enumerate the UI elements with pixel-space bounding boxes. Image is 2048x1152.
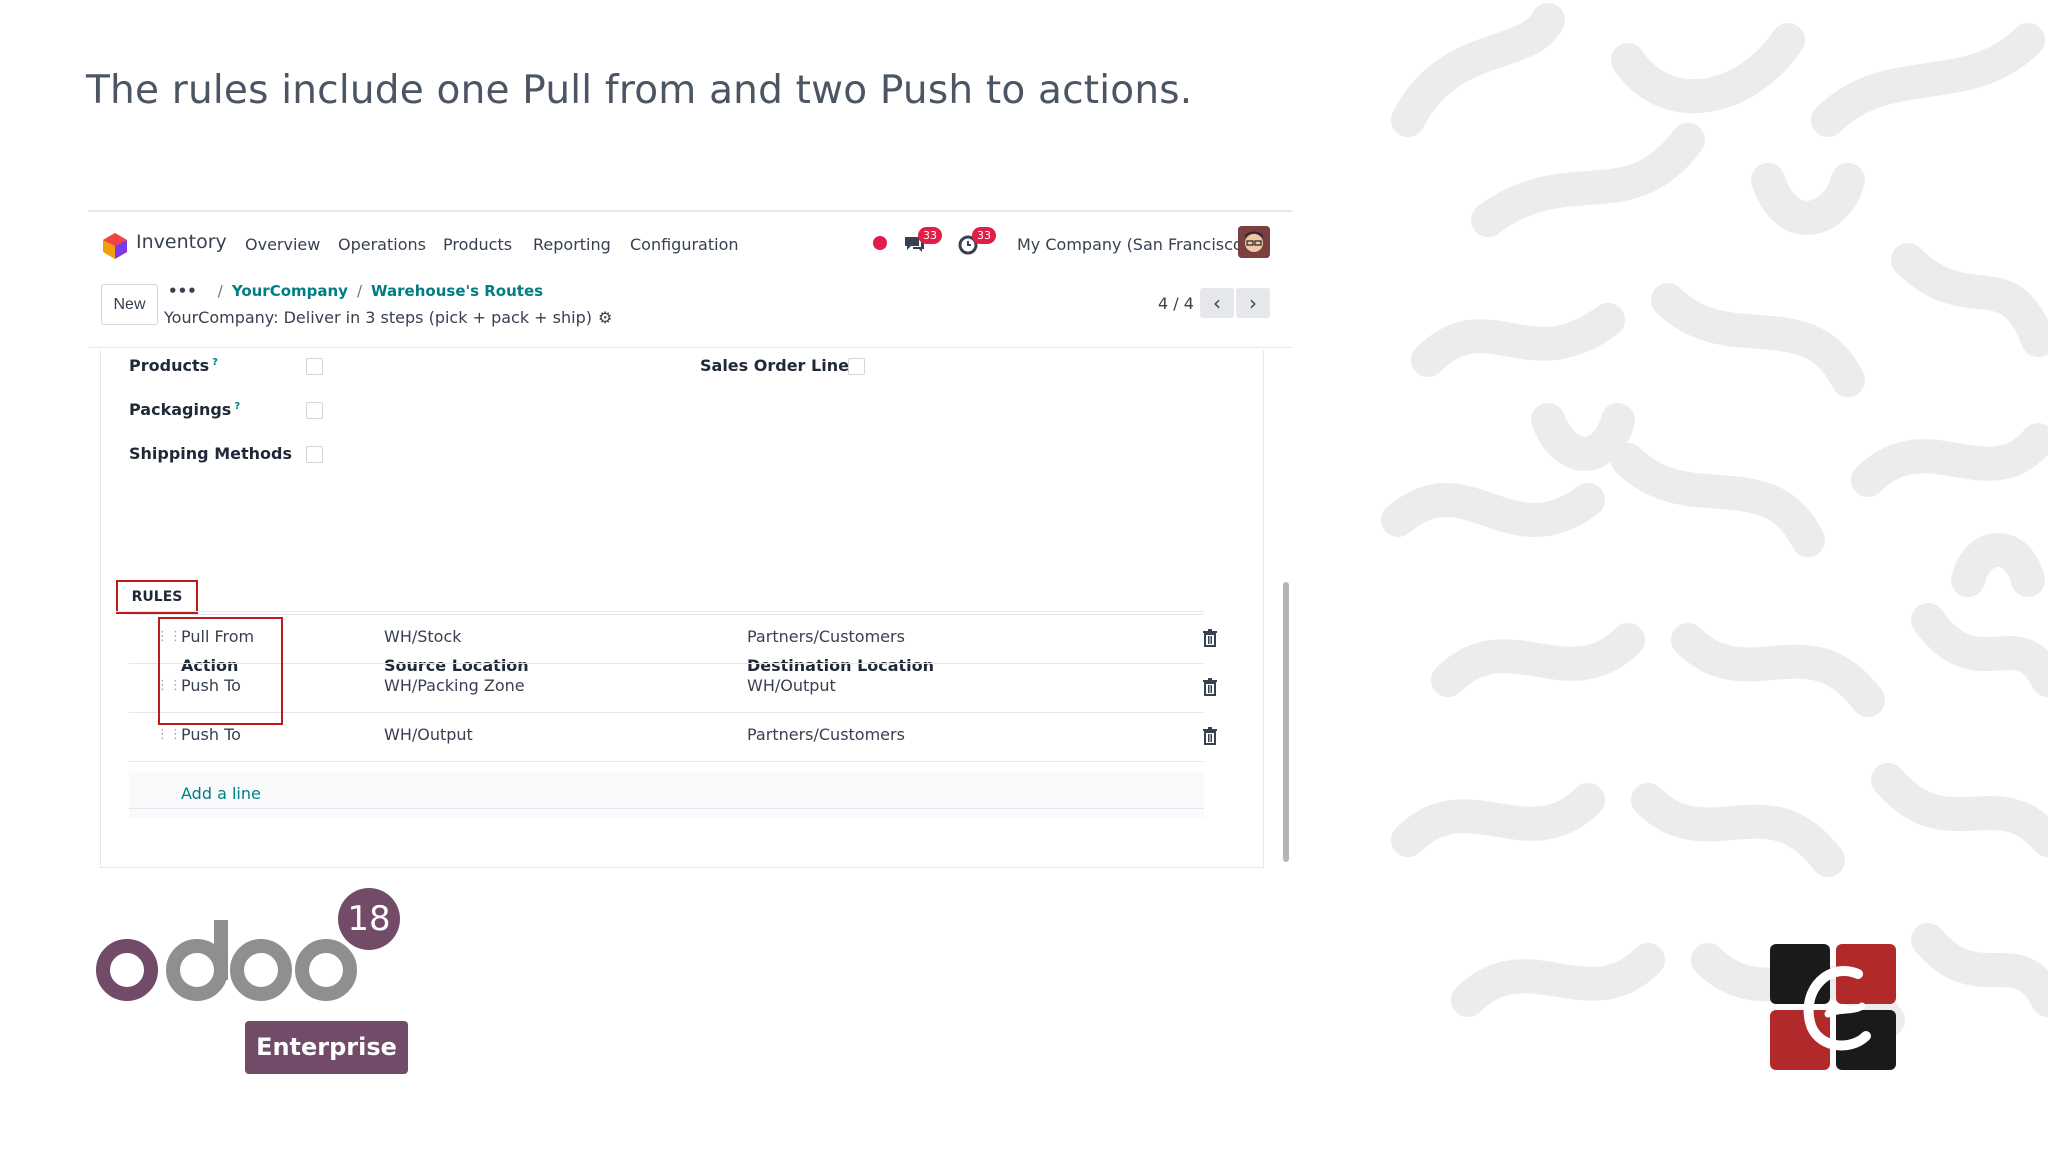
column-destination-location[interactable]: Destination Location	[747, 656, 934, 675]
menu-configuration[interactable]: Configuration	[630, 235, 739, 254]
enterprise-badge: Enterprise	[245, 1021, 408, 1074]
field-products-label: Products?	[129, 356, 218, 375]
menu-overview[interactable]: Overview	[245, 235, 320, 254]
slide-title: The rules include one Pull from and two …	[86, 68, 1193, 113]
user-avatar[interactable]	[1238, 226, 1270, 258]
sales-order-lines-checkbox[interactable]	[848, 358, 865, 375]
activities-badge: 33	[972, 227, 996, 244]
scrollbar[interactable]	[1283, 352, 1289, 864]
row-divider	[129, 663, 1204, 664]
gear-icon[interactable]: ⚙	[598, 308, 612, 327]
row-1-source[interactable]: WH/Stock	[384, 627, 462, 646]
breadcrumb-yourcompany[interactable]: YourCompany	[232, 282, 348, 300]
products-checkbox[interactable]	[306, 358, 323, 375]
breadcrumb-more[interactable]: •••	[168, 282, 197, 300]
row-divider	[129, 761, 1204, 762]
decorative-pattern	[1368, 0, 2048, 1152]
pager-value: 4 / 4	[1158, 294, 1194, 313]
row-divider	[129, 712, 1204, 713]
field-sales-order-lines-label: Sales Order Lines	[700, 356, 859, 375]
trash-icon[interactable]	[1202, 727, 1218, 745]
trash-icon[interactable]	[1202, 629, 1218, 647]
navbar: Inventory Overview Operations Products R…	[88, 212, 1292, 272]
row-3-action[interactable]: Push To	[181, 725, 241, 744]
trash-icon[interactable]	[1202, 678, 1218, 696]
help-tooltip-icon[interactable]: ?	[234, 401, 240, 412]
menu-operations[interactable]: Operations	[338, 235, 426, 254]
breadcrumb: ••• / YourCompany / Warehouse's Routes	[168, 282, 543, 300]
row-3-source[interactable]: WH/Output	[384, 725, 473, 744]
drag-handle-icon[interactable]: ⋮⋮	[156, 726, 182, 744]
company-logo	[1770, 944, 1896, 1070]
row-1-destination[interactable]: Partners/Customers	[747, 627, 905, 646]
pager-previous-button[interactable]: ‹	[1200, 288, 1234, 318]
row-2-source[interactable]: WH/Packing Zone	[384, 676, 525, 695]
header-divider	[129, 614, 1204, 615]
add-line-row	[129, 772, 1204, 818]
recording-indicator-icon[interactable]	[873, 236, 887, 250]
app-name[interactable]: Inventory	[136, 231, 227, 253]
menu-reporting[interactable]: Reporting	[533, 235, 611, 254]
messages-badge: 33	[918, 227, 942, 244]
record-name: YourCompany: Deliver in 3 steps (pick + …	[164, 308, 592, 327]
odoo-app-screenshot: Inventory Overview Operations Products R…	[88, 210, 1292, 868]
field-packagings-label: Packagings?	[129, 400, 241, 419]
action-column-highlight	[158, 617, 283, 725]
packagings-checkbox[interactable]	[306, 402, 323, 419]
help-tooltip-icon[interactable]: ?	[212, 357, 218, 368]
shipping-methods-checkbox[interactable]	[306, 446, 323, 463]
new-button[interactable]: New	[101, 284, 158, 325]
column-source-location[interactable]: Source Location	[384, 656, 529, 675]
version-badge: 18	[338, 888, 400, 950]
menu-products[interactable]: Products	[443, 235, 512, 254]
pager-next-button[interactable]: ›	[1236, 288, 1270, 318]
tab-rules[interactable]: RULES	[116, 580, 198, 614]
add-line-link[interactable]: Add a line	[181, 784, 261, 803]
tab-divider	[116, 611, 1204, 612]
control-panel: New ••• / YourCompany / Warehouse's Routes Y…	[88, 272, 1292, 348]
record-title: YourCompany: Deliver in 3 steps (pick + …	[164, 308, 612, 327]
row-2-destination[interactable]: WH/Output	[747, 676, 836, 695]
scrollbar-thumb[interactable]	[1283, 582, 1289, 862]
breadcrumb-separator: /	[217, 282, 223, 300]
inventory-app-icon[interactable]	[102, 232, 128, 260]
company-switcher[interactable]: My Company (San Francisco)	[1017, 235, 1249, 254]
table-bottom-divider	[129, 808, 1204, 809]
breadcrumb-separator: /	[356, 282, 363, 300]
field-shipping-methods-label: Shipping Methods	[129, 444, 292, 463]
row-3-destination[interactable]: Partners/Customers	[747, 725, 905, 744]
breadcrumb-warehouse-routes[interactable]: Warehouse's Routes	[371, 282, 543, 300]
